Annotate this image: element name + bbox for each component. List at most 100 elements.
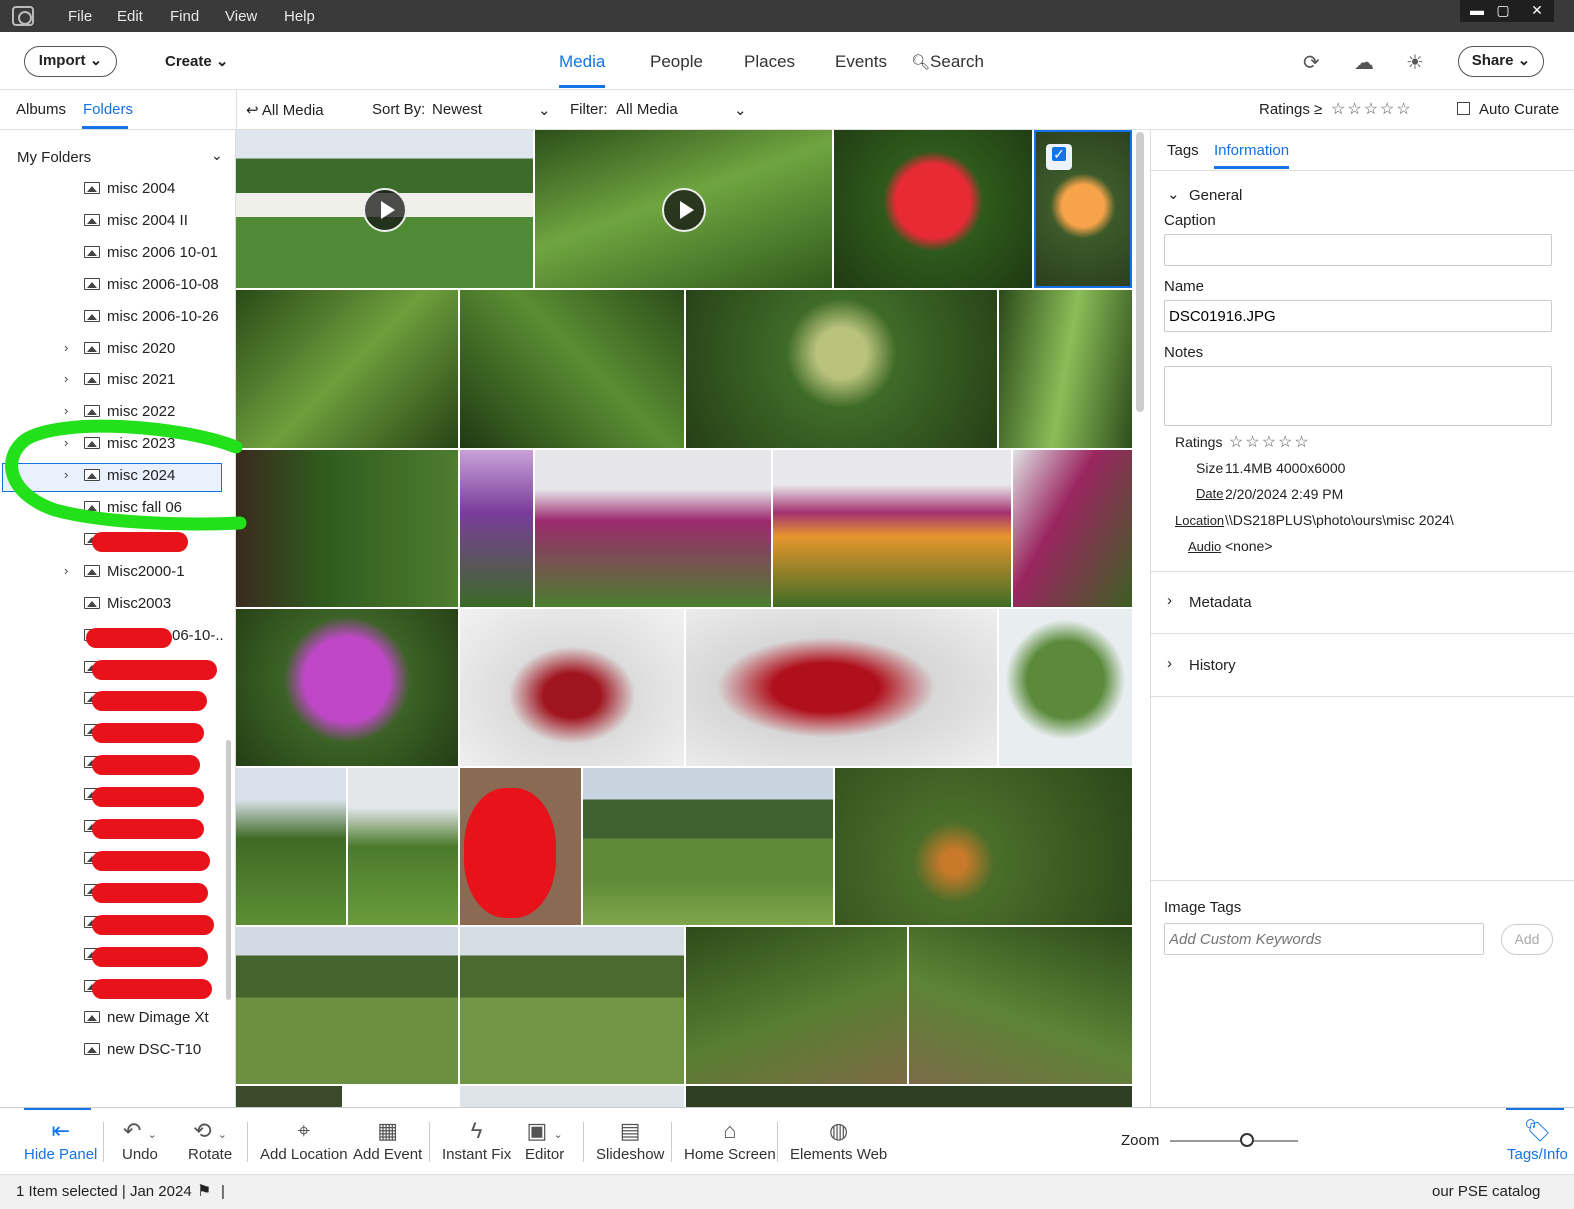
folder-item[interactable] [0, 780, 226, 810]
photo-thumbnail-selected[interactable] [1034, 130, 1132, 288]
ratings-filter-stars[interactable]: ☆☆☆☆☆ [1331, 99, 1413, 119]
tab-people[interactable]: People [650, 52, 703, 72]
chevron-right-icon[interactable]: › [64, 340, 68, 355]
ratings-operator[interactable]: ≥ [1314, 101, 1322, 118]
chevron-down-icon[interactable]: ⌄ [211, 147, 223, 164]
photo-thumbnail[interactable] [236, 927, 458, 1084]
photo-thumbnail[interactable] [460, 609, 684, 766]
photo-thumbnail[interactable] [236, 290, 458, 448]
location-label[interactable]: Location [1175, 513, 1224, 528]
home-screen-button[interactable]: ⌂ Home Screen [684, 1116, 776, 1163]
ratings-stars[interactable]: ☆☆☆☆☆ [1229, 432, 1311, 452]
create-button[interactable]: Create ⌄ [165, 52, 228, 70]
folder-scrollbar[interactable] [226, 740, 231, 1000]
video-thumbnail[interactable] [236, 130, 533, 288]
photo-thumbnail[interactable] [348, 768, 458, 925]
folder-item[interactable]: misc 2006 10-01 [0, 238, 226, 268]
menu-find[interactable]: Find [170, 8, 199, 25]
chevron-down-icon[interactable]: ⌄ [734, 101, 747, 119]
photo-thumbnail[interactable] [773, 450, 1011, 607]
chevron-down-icon[interactable]: ⌄ [538, 101, 551, 119]
folder-item[interactable] [0, 844, 226, 874]
date-label[interactable]: Date [1196, 486, 1223, 501]
folder-item[interactable]: misc 2006-10-26 [0, 302, 226, 332]
back-all-media-button[interactable]: ↩ All Media [246, 101, 324, 119]
cloud-icon[interactable]: ☁ [1354, 50, 1374, 75]
elements-web-button[interactable]: ◍ Elements Web [790, 1116, 887, 1163]
photo-thumbnail[interactable] [686, 927, 907, 1084]
add-location-button[interactable]: ⌖ Add Location [260, 1116, 348, 1163]
search-button[interactable]: 🔍︎Search [911, 52, 984, 72]
photo-thumbnail[interactable] [460, 768, 581, 925]
folder-item[interactable]: 06-10-.. [0, 621, 226, 651]
photo-thumbnail[interactable] [999, 609, 1132, 766]
editor-button[interactable]: ▣ ⌄ Editor [525, 1116, 564, 1163]
photo-thumbnail[interactable] [909, 927, 1132, 1084]
photo-thumbnail[interactable] [460, 1086, 684, 1107]
share-button[interactable]: Share ⌄ [1458, 46, 1544, 77]
folder-item[interactable]: misc 2004 [0, 174, 226, 204]
selected-checkbox[interactable] [1046, 144, 1072, 170]
folder-item[interactable]: Misc2003 [0, 589, 226, 619]
my-folders-header[interactable]: My Folders [17, 149, 91, 166]
add-event-button[interactable]: ▦ Add Event [353, 1116, 422, 1163]
menu-view[interactable]: View [225, 8, 257, 25]
photo-thumbnail[interactable] [583, 768, 833, 925]
folder-item[interactable]: › misc 2020 [0, 334, 226, 364]
flag-icon[interactable]: ⚑ [197, 1181, 211, 1201]
photo-thumbnail[interactable] [686, 1086, 1132, 1107]
chevron-right-icon[interactable]: › [64, 371, 68, 386]
video-thumbnail[interactable] [535, 130, 832, 288]
menu-file[interactable]: File [68, 8, 92, 25]
folder-item[interactable] [0, 653, 226, 683]
import-button[interactable]: Import ⌄ [24, 46, 117, 77]
folder-item[interactable] [0, 716, 226, 746]
folder-item[interactable] [0, 748, 226, 778]
photo-thumbnail[interactable] [835, 768, 1132, 925]
rotate-button[interactable]: ⟲ ⌄ Rotate [188, 1116, 232, 1163]
photo-thumbnail[interactable] [686, 609, 997, 766]
tab-tags[interactable]: Tags [1167, 142, 1199, 159]
name-input[interactable] [1164, 300, 1552, 332]
history-section-header[interactable]: History [1189, 657, 1236, 674]
photo-thumbnail[interactable] [834, 130, 1032, 288]
metadata-section-header[interactable]: Metadata [1189, 594, 1252, 611]
tab-albums[interactable]: Albums [16, 101, 66, 118]
photo-thumbnail[interactable] [236, 609, 458, 766]
tab-information[interactable]: Information [1214, 142, 1290, 169]
auto-curate-checkbox[interactable] [1457, 102, 1470, 115]
folder-item[interactable] [0, 940, 226, 970]
folder-item[interactable] [0, 908, 226, 938]
folder-item[interactable] [0, 972, 226, 1002]
chevron-right-icon[interactable]: › [64, 563, 68, 578]
chevron-right-icon[interactable]: › [1167, 592, 1172, 609]
menu-edit[interactable]: Edit [117, 8, 143, 25]
photo-thumbnail[interactable] [1013, 450, 1132, 607]
tags-info-button[interactable]: 🏷︎ Tags/Info [1507, 1116, 1568, 1163]
sync-icon[interactable]: ⟳ [1303, 50, 1320, 75]
folder-item[interactable]: misc 2004 II [0, 206, 226, 236]
brightness-icon[interactable]: ☀ [1406, 50, 1424, 75]
sort-select[interactable]: Newest [432, 101, 482, 118]
folder-item[interactable]: new Dimage Xt [0, 1003, 226, 1033]
notes-textarea[interactable] [1164, 366, 1552, 426]
tab-folders[interactable]: Folders [83, 101, 133, 118]
photo-thumbnail[interactable] [460, 927, 684, 1084]
add-tag-button[interactable]: Add [1501, 924, 1553, 955]
catalog-name[interactable]: our PSE catalog [1432, 1183, 1540, 1200]
folder-item[interactable]: › misc 2021 [0, 365, 226, 395]
chevron-down-icon[interactable]: ⌄ [1167, 185, 1180, 203]
menu-help[interactable]: Help [284, 8, 315, 25]
undo-button[interactable]: ↶ ⌄ Undo [122, 1116, 158, 1163]
photo-thumbnail[interactable] [535, 450, 771, 607]
photo-thumbnail[interactable] [460, 290, 684, 448]
caption-input[interactable] [1164, 234, 1552, 266]
folder-item[interactable]: › Misc2000-1 [0, 557, 226, 587]
custom-keywords-input[interactable] [1164, 923, 1484, 955]
general-section-header[interactable]: General [1189, 187, 1242, 204]
audio-label[interactable]: Audio [1188, 539, 1221, 554]
folder-item[interactable]: misc 2006-10-08 [0, 270, 226, 300]
instant-fix-button[interactable]: ϟ Instant Fix [442, 1116, 511, 1163]
tab-places[interactable]: Places [744, 52, 795, 72]
tab-events[interactable]: Events [835, 52, 887, 72]
